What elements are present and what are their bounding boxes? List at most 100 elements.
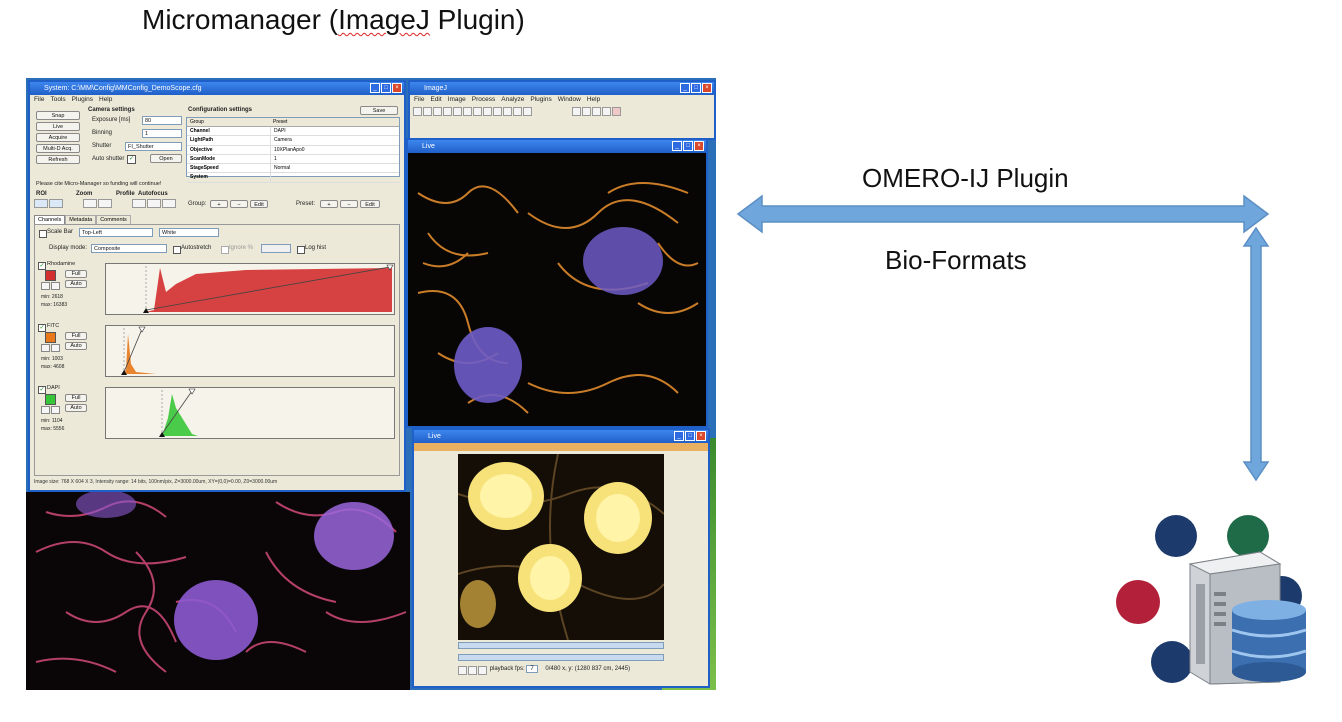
exposure-input[interactable]: 80 — [142, 116, 182, 125]
config-row[interactable]: ScanMode 1 — [187, 154, 399, 165]
preset-remove-button[interactable]: − — [340, 200, 358, 208]
save-config-button[interactable]: Save — [360, 106, 398, 115]
close-icon[interactable]: × — [696, 431, 706, 441]
stack-window-titlebar[interactable]: Live _ □ × — [414, 430, 708, 443]
autostretch-checkbox[interactable] — [173, 246, 181, 254]
binning-select[interactable]: 1 — [142, 129, 182, 138]
display-mode-select[interactable]: Composite — [91, 244, 167, 253]
magnifier-tool-icon[interactable] — [503, 107, 512, 116]
config-row[interactable]: System — [187, 173, 399, 183]
minimize-icon[interactable]: _ — [370, 83, 380, 93]
live-button[interactable]: Live — [36, 122, 80, 131]
config-preset-cell[interactable]: Camera — [271, 136, 399, 144]
point-tool-icon[interactable] — [473, 107, 482, 116]
close-icon[interactable]: × — [392, 83, 402, 93]
config-row[interactable]: LightPath Camera — [187, 136, 399, 146]
config-preset-cell[interactable]: DAPI — [271, 127, 399, 135]
config-preset-cell[interactable]: 1 — [271, 155, 399, 163]
minimize-icon[interactable]: _ — [672, 141, 682, 151]
snap-button[interactable]: Snap — [36, 111, 80, 120]
config-preset-cell[interactable]: Normal — [271, 164, 399, 172]
scale-bar-position-select[interactable]: Top-Left — [79, 228, 153, 237]
line-profile-icon[interactable] — [131, 199, 146, 208]
playback-fps-input[interactable]: 7 — [526, 665, 538, 673]
group-add-button[interactable]: + — [210, 200, 228, 208]
lock-icon[interactable] — [468, 666, 477, 675]
menu-edit[interactable]: Edit — [430, 96, 441, 103]
config-preset-cell[interactable]: 10XPlanApo0 — [271, 146, 399, 154]
pencil-tool-icon[interactable] — [571, 107, 581, 116]
preset-edit-button[interactable]: Edit — [360, 200, 380, 208]
autofocus-settings-icon[interactable] — [161, 199, 176, 208]
zoom-in-icon[interactable] — [41, 344, 50, 352]
minimize-icon[interactable]: _ — [680, 83, 690, 93]
hand-tool-icon[interactable] — [513, 107, 522, 116]
close-icon[interactable]: × — [702, 83, 712, 93]
channel-visible-checkbox[interactable]: ✓ — [38, 324, 46, 332]
channel-auto-button[interactable]: Auto — [65, 404, 87, 412]
channel-visible-checkbox[interactable]: ✓ — [38, 262, 46, 270]
autofocus-icon[interactable] — [146, 199, 161, 208]
menu-window[interactable]: Window — [558, 96, 581, 103]
group-edit-button[interactable]: Edit — [250, 200, 268, 208]
config-row[interactable]: Objective 10XPlanApo0 — [187, 145, 399, 155]
maximize-icon[interactable]: □ — [381, 83, 391, 93]
brush-tool-icon[interactable] — [581, 107, 591, 116]
menu-file[interactable]: File — [34, 96, 44, 103]
record-icon[interactable] — [478, 666, 487, 675]
rectangle-tool-icon[interactable] — [413, 107, 422, 116]
line-tool-icon[interactable] — [453, 107, 462, 116]
refresh-button[interactable]: Refresh — [36, 155, 80, 164]
zoom-out-icon[interactable] — [97, 199, 112, 208]
maximize-icon[interactable]: □ — [691, 83, 701, 93]
menu-process[interactable]: Process — [472, 96, 495, 103]
menu-plugins[interactable]: Plugins — [72, 96, 93, 103]
channel-visible-checkbox[interactable]: ✓ — [38, 386, 46, 394]
flood-fill-tool-icon[interactable] — [591, 107, 601, 116]
tab-comments[interactable]: Comments — [96, 215, 131, 224]
play-icon[interactable] — [458, 666, 467, 675]
tab-metadata[interactable]: Metadata — [65, 215, 97, 224]
group-remove-button[interactable]: − — [230, 200, 248, 208]
live-image-window[interactable]: Live _ □ × — [406, 138, 708, 428]
close-icon[interactable]: × — [694, 141, 704, 151]
channel-color-swatch[interactable] — [45, 270, 56, 281]
menu-analyze[interactable]: Analyze — [501, 96, 524, 103]
channel-histogram[interactable] — [105, 387, 395, 439]
channel-color-swatch[interactable] — [45, 332, 56, 343]
menu-file[interactable]: File — [414, 96, 424, 103]
config-row[interactable]: Channel DAPI — [187, 127, 399, 137]
zoom-in-icon[interactable] — [82, 199, 97, 208]
freehand-tool-icon[interactable] — [443, 107, 452, 116]
scale-bar-checkbox[interactable] — [39, 230, 47, 238]
preset-add-button[interactable]: + — [320, 200, 338, 208]
more-tools-icon[interactable] — [611, 107, 621, 116]
channel-slider[interactable] — [458, 642, 664, 649]
zoom-in-icon[interactable] — [41, 406, 50, 414]
config-row[interactable]: StageSpeed Normal — [187, 164, 399, 174]
angle-tool-icon[interactable] — [463, 107, 472, 116]
maximize-icon[interactable]: □ — [685, 431, 695, 441]
channel-histogram[interactable] — [105, 263, 395, 315]
shutter-select[interactable]: FI_Shutter — [125, 142, 182, 151]
menu-help[interactable]: Help — [587, 96, 600, 103]
ignore-percent-input[interactable] — [261, 244, 291, 253]
mm-titlebar[interactable]: System: C:\MM\Config\MMConfig_DemoScope.… — [30, 82, 404, 95]
menu-tools[interactable]: Tools — [50, 96, 65, 103]
channel-full-button[interactable]: Full — [65, 332, 87, 340]
config-preset-cell[interactable] — [271, 173, 399, 181]
maximize-icon[interactable]: □ — [683, 141, 693, 151]
scale-bar-color-select[interactable]: White — [159, 228, 219, 237]
polygon-tool-icon[interactable] — [433, 107, 442, 116]
imagej-toolbar-window[interactable]: ImageJ _ □ × File Edit Image Process Analyze Pl… — [408, 80, 716, 140]
stack-window[interactable]: Live _ □ × playback fps: 7 0/480 x, y: (12… — [412, 428, 710, 688]
menu-help[interactable]: Help — [99, 96, 112, 103]
zoom-out-icon[interactable] — [51, 344, 60, 352]
channel-full-button[interactable]: Full — [65, 270, 87, 278]
roi-reset-icon[interactable] — [49, 199, 63, 208]
channel-auto-button[interactable]: Auto — [65, 342, 87, 350]
channel-histogram[interactable] — [105, 325, 395, 377]
auto-shutter-checkbox[interactable]: ✓ — [127, 155, 136, 164]
zoom-out-icon[interactable] — [51, 282, 60, 290]
tab-channels[interactable]: Channels — [34, 215, 66, 224]
